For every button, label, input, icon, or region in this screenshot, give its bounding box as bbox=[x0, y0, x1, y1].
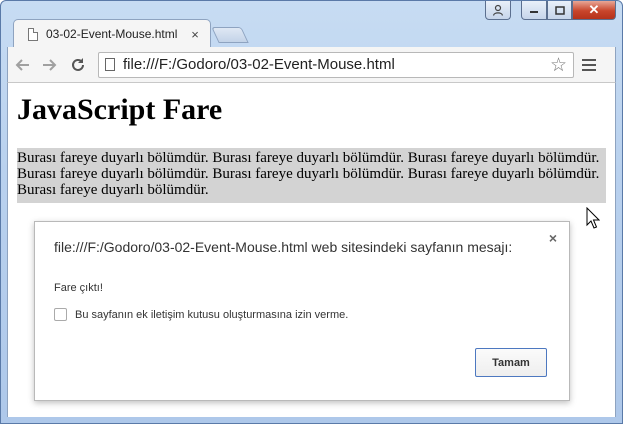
tab-title: 03-02-Event-Mouse.html bbox=[46, 27, 178, 41]
suppress-dialogs-option[interactable]: Bu sayfanın ek iletişim kutusu oluşturma… bbox=[54, 308, 348, 321]
window-close-button[interactable]: ✕ bbox=[572, 1, 616, 20]
person-icon bbox=[492, 4, 504, 16]
star-icon[interactable]: ☆ bbox=[550, 54, 567, 77]
url-text[interactable]: file:///F:/Godoro/03-02-Event-Mouse.html bbox=[123, 56, 395, 73]
maximize-icon bbox=[554, 5, 565, 15]
reload-button[interactable] bbox=[64, 51, 92, 79]
close-icon: ✕ bbox=[588, 2, 600, 17]
profile-button[interactable] bbox=[485, 1, 511, 20]
mouse-sensitive-area[interactable]: Burası fareye duyarlı bölümdür. Burası f… bbox=[17, 148, 606, 203]
mouse-cursor-icon bbox=[586, 207, 600, 229]
minimize-icon bbox=[530, 11, 538, 13]
window-controls: ✕ bbox=[485, 1, 616, 21]
reload-icon bbox=[72, 58, 84, 71]
menu-icon[interactable] bbox=[582, 58, 596, 71]
suppress-dialogs-label: Bu sayfanın ek iletişim kutusu oluşturma… bbox=[75, 308, 349, 321]
browser-tab[interactable]: 03-02-Event-Mouse.html × bbox=[13, 19, 211, 48]
minimize-button[interactable] bbox=[521, 1, 547, 20]
page-icon bbox=[28, 27, 38, 41]
dialog-close-icon[interactable]: × bbox=[549, 230, 557, 246]
suppress-dialogs-checkbox[interactable] bbox=[54, 308, 67, 321]
dialog-title: file:///F:/Godoro/03-02-Event-Mouse.html… bbox=[54, 239, 513, 255]
forward-icon bbox=[43, 58, 57, 71]
maximize-button[interactable] bbox=[547, 1, 572, 20]
page-icon bbox=[105, 58, 115, 71]
tab-close-icon[interactable]: × bbox=[186, 27, 204, 42]
back-button[interactable] bbox=[8, 51, 36, 79]
ok-button[interactable]: Tamam bbox=[475, 348, 547, 377]
back-icon bbox=[15, 58, 29, 71]
toolbar: file:///F:/Godoro/03-02-Event-Mouse.html… bbox=[7, 47, 616, 83]
alert-dialog: × file:///F:/Godoro/03-02-Event-Mouse.ht… bbox=[34, 221, 570, 401]
dialog-message: Fare çıktı! bbox=[54, 282, 103, 294]
page-heading: JavaScript Fare bbox=[17, 93, 223, 126]
address-bar[interactable]: file:///F:/Godoro/03-02-Event-Mouse.html… bbox=[98, 51, 574, 78]
forward-button[interactable] bbox=[36, 51, 64, 79]
